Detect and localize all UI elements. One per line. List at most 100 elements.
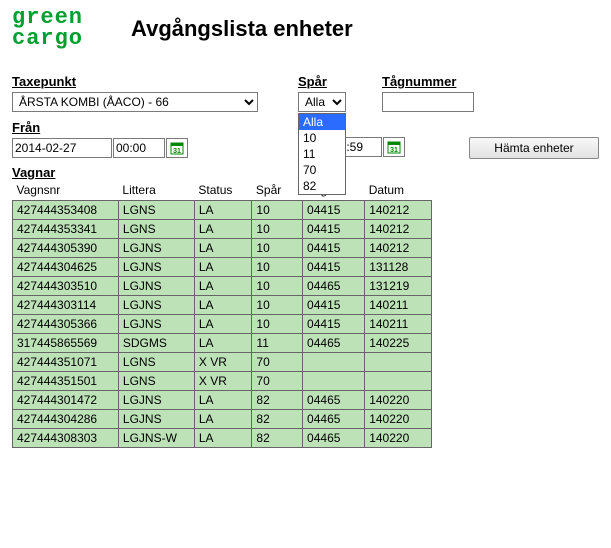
logo-line2: cargo: [12, 26, 83, 51]
cell-spar: 82: [252, 428, 303, 447]
cell-littera: LGJNS: [118, 295, 194, 314]
cell-status: LA: [194, 276, 252, 295]
cell-vagnsnr: 427444303114: [13, 295, 119, 314]
col-spar: Spår: [252, 181, 303, 201]
cell-littera: LGJNS-W: [118, 428, 194, 447]
table-row[interactable]: 317445865569SDGMSLA1104465140225: [13, 333, 432, 352]
table-row[interactable]: 427444304286LGJNSLA8204465140220: [13, 409, 432, 428]
table-row[interactable]: 427444308303LGJNS-WLA8204465140220: [13, 428, 432, 447]
cell-status: LA: [194, 333, 252, 352]
spar-dropdown-popup[interactable]: Alla 10 11 70 82: [298, 113, 346, 195]
cell-spar: 70: [252, 352, 303, 371]
cell-vagnsnr: 427444304286: [13, 409, 119, 428]
cell-datum: 140212: [365, 200, 432, 219]
page-title: Avgångslista enheter: [131, 16, 353, 42]
spar-select[interactable]: Alla: [298, 92, 346, 112]
cell-vagnsnr: 427444351501: [13, 371, 119, 390]
table-row[interactable]: 427444353341LGNSLA1004415140212: [13, 219, 432, 238]
cell-tagnr: 04465: [303, 409, 365, 428]
cell-spar: 11: [252, 333, 303, 352]
cell-datum: 140211: [365, 295, 432, 314]
cell-datum: 140225: [365, 333, 432, 352]
cell-status: X VR: [194, 352, 252, 371]
table-row[interactable]: 427444301472LGJNSLA8204465140220: [13, 390, 432, 409]
cell-spar: 10: [252, 295, 303, 314]
svg-text:31: 31: [173, 148, 181, 155]
table-row[interactable]: 427444353408LGNSLA1004415140212: [13, 200, 432, 219]
cell-vagnsnr: 427444303510: [13, 276, 119, 295]
cell-littera: LGJNS: [118, 409, 194, 428]
cell-spar: 10: [252, 276, 303, 295]
cell-datum: 140220: [365, 409, 432, 428]
spar-option-82[interactable]: 82: [299, 178, 345, 194]
cell-vagnsnr: 427444351071: [13, 352, 119, 371]
spar-option-10[interactable]: 10: [299, 130, 345, 146]
cell-datum: 131128: [365, 257, 432, 276]
spar-option-70[interactable]: 70: [299, 162, 345, 178]
cell-tagnr: [303, 371, 365, 390]
cell-littera: LGNS: [118, 352, 194, 371]
cell-status: LA: [194, 428, 252, 447]
cell-littera: LGNS: [118, 200, 194, 219]
table-row[interactable]: 427444351501LGNSX VR70: [13, 371, 432, 390]
cell-spar: 10: [252, 238, 303, 257]
cell-status: LA: [194, 314, 252, 333]
cell-spar: 10: [252, 257, 303, 276]
cell-datum: 140220: [365, 428, 432, 447]
cell-tagnr: 04415: [303, 238, 365, 257]
col-status: Status: [194, 181, 252, 201]
cell-littera: LGNS: [118, 371, 194, 390]
cell-datum: 140211: [365, 314, 432, 333]
cell-datum: 131219: [365, 276, 432, 295]
cell-tagnr: 04465: [303, 333, 365, 352]
cell-tagnr: 04415: [303, 295, 365, 314]
table-row[interactable]: 427444303510LGJNSLA1004465131219: [13, 276, 432, 295]
cell-tagnr: [303, 352, 365, 371]
cell-vagnsnr: 427444308303: [13, 428, 119, 447]
cell-datum: [365, 352, 432, 371]
table-row[interactable]: 427444304625LGJNSLA1004415131128: [13, 257, 432, 276]
spar-option-alla[interactable]: Alla: [299, 114, 345, 130]
spar-label: Spår: [298, 74, 358, 89]
col-vagnsnr: Vagnsnr: [13, 181, 119, 201]
logo: green cargo: [12, 8, 83, 50]
cell-spar: 10: [252, 219, 303, 238]
cell-status: LA: [194, 238, 252, 257]
svg-text:31: 31: [390, 147, 398, 154]
fran-time-input[interactable]: [113, 138, 165, 158]
cell-tagnr: 04415: [303, 200, 365, 219]
cell-littera: LGJNS: [118, 314, 194, 333]
tagnummer-input[interactable]: [382, 92, 474, 112]
cell-datum: 140212: [365, 238, 432, 257]
cell-littera: LGNS: [118, 219, 194, 238]
calendar-icon[interactable]: 31: [166, 138, 188, 158]
cell-vagnsnr: 427444353341: [13, 219, 119, 238]
cell-status: LA: [194, 295, 252, 314]
cell-tagnr: 04415: [303, 219, 365, 238]
fetch-button[interactable]: Hämta enheter: [469, 137, 599, 159]
cell-tagnr: 04415: [303, 257, 365, 276]
taxepunkt-select[interactable]: ÅRSTA KOMBI (ÅACO) - 66: [12, 92, 258, 112]
calendar-icon[interactable]: 31: [383, 137, 405, 157]
cell-tagnr: 04465: [303, 276, 365, 295]
cell-spar: 82: [252, 390, 303, 409]
cell-littera: SDGMS: [118, 333, 194, 352]
cell-status: LA: [194, 390, 252, 409]
table-row[interactable]: 427444305390LGJNSLA1004415140212: [13, 238, 432, 257]
table-row[interactable]: 427444351071LGNSX VR70: [13, 352, 432, 371]
spar-option-11[interactable]: 11: [299, 146, 345, 162]
fran-date-input[interactable]: [12, 138, 112, 158]
cell-littera: LGJNS: [118, 257, 194, 276]
fran-label: Från: [12, 120, 212, 135]
cell-vagnsnr: 427444353408: [13, 200, 119, 219]
table-row[interactable]: 427444303114LGJNSLA1004415140211: [13, 295, 432, 314]
cell-littera: LGJNS: [118, 276, 194, 295]
cell-tagnr: 04465: [303, 390, 365, 409]
cell-tagnr: 04465: [303, 428, 365, 447]
cell-spar: 70: [252, 371, 303, 390]
cell-status: X VR: [194, 371, 252, 390]
vagnar-table: Vagnsnr Littera Status Spår Tågnr Datum …: [12, 181, 432, 448]
cell-vagnsnr: 427444304625: [13, 257, 119, 276]
table-row[interactable]: 427444305366LGJNSLA1004415140211: [13, 314, 432, 333]
cell-status: LA: [194, 257, 252, 276]
